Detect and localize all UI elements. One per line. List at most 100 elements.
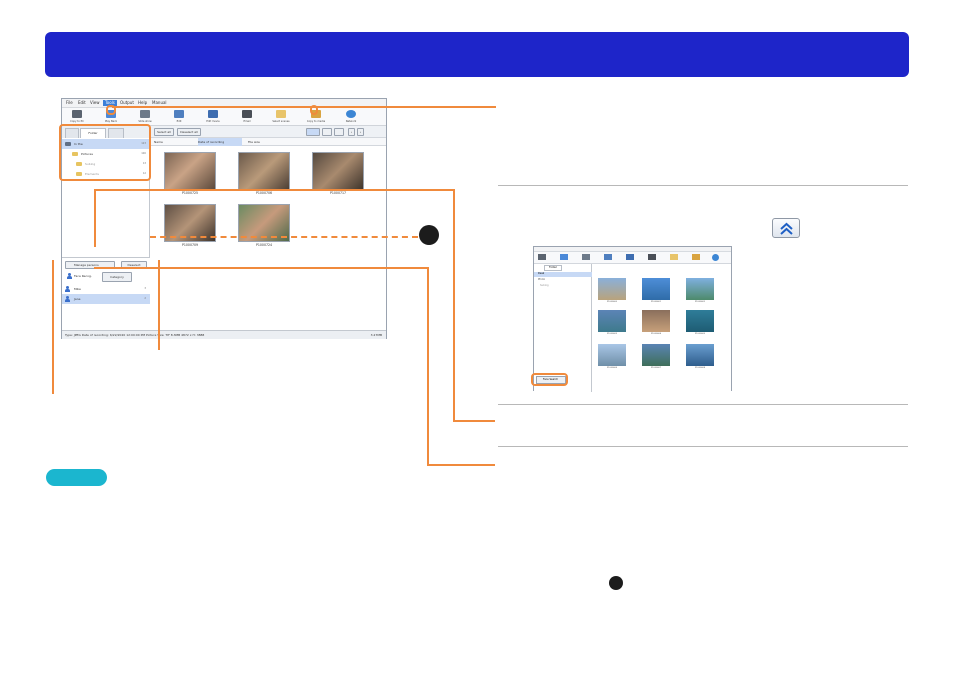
sort-size-label: File size [248, 140, 260, 144]
photo-label: P1000724 [255, 243, 273, 247]
toolbar-icon [692, 254, 700, 260]
person-row[interactable]: Mike 3 [62, 284, 150, 294]
sort-size[interactable]: File size [248, 138, 292, 146]
copy-to-media-label: Copy to media [306, 120, 326, 123]
photo-label: P1000606 [606, 367, 618, 369]
edit-movie-button[interactable]: Edit movie [202, 109, 224, 125]
menu-edit[interactable]: Edit [78, 100, 86, 106]
right-pane: Select all Deselect all ‹ › Name Date of… [150, 126, 386, 330]
network-button[interactable]: Network [340, 109, 362, 125]
callout-line [94, 267, 428, 269]
photo-label: P1000607 [650, 367, 662, 369]
photo-thumbnail[interactable] [642, 310, 670, 332]
sort-date[interactable]: Date of recording [198, 138, 242, 146]
callout-line [453, 420, 495, 422]
person-icon [65, 286, 70, 292]
chevron-up-icon [780, 222, 793, 235]
photo-thumbnail[interactable] [598, 344, 626, 366]
next-arrow-button[interactable]: › [357, 128, 364, 136]
deselect-all-label: Deselect all [180, 130, 198, 134]
email-icon [242, 110, 252, 118]
photo-thumbnail[interactable] [686, 278, 714, 300]
tree-item[interactable]: Sublog [540, 284, 549, 287]
copy-to-pc-button[interactable]: Copy to PC [66, 109, 88, 125]
person-name: Mike [74, 287, 81, 291]
divider [498, 185, 908, 186]
email-button[interactable]: Email [236, 109, 258, 125]
number-circle-small [609, 576, 623, 590]
photo-thumbnail[interactable] [642, 278, 670, 300]
tab-label: Folder [549, 266, 557, 269]
edit-button[interactable]: Edit [168, 109, 190, 125]
toolbar-icon [582, 254, 590, 260]
network-icon [346, 110, 356, 118]
category-button[interactable]: Category [102, 272, 132, 282]
callout-line [427, 464, 495, 466]
select-all-label: Select all [157, 130, 171, 134]
photo-thumbnail[interactable] [598, 278, 626, 300]
edit-label: Edit [176, 120, 182, 123]
photo-thumbnail[interactable] [312, 152, 364, 190]
header-bar [45, 32, 909, 77]
toolbar-icon [670, 254, 678, 260]
photo-thumbnail[interactable] [164, 152, 216, 190]
tab-folder[interactable]: Folder [544, 265, 562, 271]
photo-thumbnail[interactable] [598, 310, 626, 332]
person-row[interactable]: Jane 2 [62, 294, 150, 304]
photo-thumbnail[interactable] [686, 344, 714, 366]
up-button[interactable] [772, 218, 800, 238]
folder-tab-highlight [59, 124, 151, 181]
photo-label: P1000725 [181, 191, 199, 195]
category-label: Category [110, 275, 124, 279]
sort-button[interactable] [334, 128, 344, 136]
right-pane: P1000600 P1000601 P1000602 P1000603 P100… [592, 264, 731, 392]
tree-item-label: Photo [538, 278, 546, 281]
edit-movie-label: Edit movie [206, 120, 220, 123]
photo-label: P1000603 [606, 333, 618, 335]
photo-label: P1000601 [650, 301, 662, 303]
status-size: 3.27MB [370, 333, 382, 337]
page: File Edit View Tools Output Help Manual … [0, 0, 954, 673]
photo-thumbnail[interactable] [238, 152, 290, 190]
slideshow-label: Slide show [138, 120, 152, 123]
tree-item[interactable]: Desk [534, 272, 592, 277]
toolbar-icon [538, 254, 546, 260]
menu-view[interactable]: View [90, 100, 100, 106]
photo-label: P1000706 [255, 191, 273, 195]
person-count: 3 [144, 287, 146, 290]
menu-file[interactable]: File [66, 100, 73, 106]
number-circle [419, 225, 439, 245]
prev-arrow-button[interactable]: ‹ [348, 128, 355, 136]
deselect-all-button[interactable]: Deselect all [177, 128, 201, 136]
slideshow-button[interactable]: Slide show [134, 109, 156, 125]
thumbnail-view-button[interactable] [306, 128, 320, 136]
tree-item-label: Desk [538, 272, 545, 275]
status-bar: Type: JPEG Date of recording: 6/22/2020 … [62, 330, 386, 339]
tree-item[interactable]: Photo [538, 278, 545, 281]
detail-view-button[interactable] [322, 128, 332, 136]
photo-thumbnail[interactable] [642, 344, 670, 366]
sort-name[interactable]: Name [154, 138, 198, 146]
toolbar-icon [604, 254, 612, 260]
select-all-button[interactable]: Select all [154, 128, 174, 136]
photo-thumbnail[interactable] [686, 310, 714, 332]
slideshow-icon [140, 110, 150, 118]
callout-line [52, 260, 54, 394]
edit-icon [174, 110, 184, 118]
person-name: Jane [74, 297, 81, 301]
divider [498, 404, 908, 405]
photo-label: P1000602 [694, 301, 706, 303]
photo-label: P1000608 [694, 367, 706, 369]
photo-label: P1000717 [329, 191, 347, 195]
face-recognition-button[interactable]: Face Recog. [64, 271, 102, 281]
photo-label: P1000605 [694, 333, 706, 335]
toolbar-icon [560, 254, 568, 260]
tree-item-label: Sublog [540, 284, 549, 287]
face-recognition-label: Face Recog. [74, 274, 92, 278]
sort-name-label: Name [154, 140, 163, 144]
content-toolbar: Select all Deselect all ‹ › [150, 126, 386, 138]
toolbar [534, 252, 731, 264]
face-search-screenshot: Folder Desk Photo Sublog Face Search P10… [533, 246, 732, 392]
select-scenes-button[interactable]: Select scenes [270, 109, 292, 125]
callout-line [94, 189, 454, 191]
